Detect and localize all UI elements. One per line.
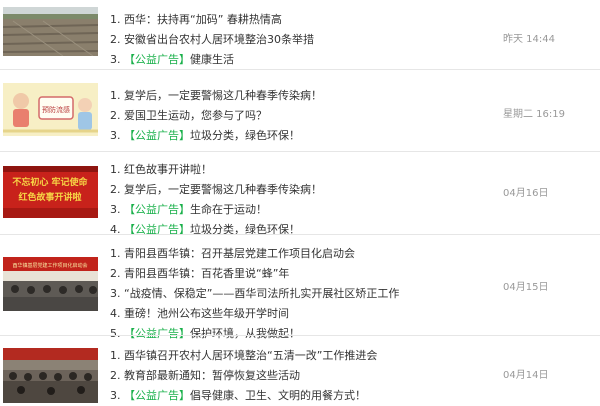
- ad-tag: 【公益广告】: [124, 129, 190, 142]
- news-link[interactable]: 2. 青阳县酉华镇：百花香里说“蜂”年: [110, 264, 490, 284]
- timestamp: 04月15日: [503, 282, 549, 293]
- thumbnail-image[interactable]: 预防流感: [3, 83, 98, 136]
- news-link[interactable]: 2. 教育部最新通知：暂停恢复这些活动: [110, 366, 490, 386]
- thumbnail-caption: 不忘初心 牢记使命: [12, 176, 88, 188]
- news-link[interactable]: 2. 爱国卫生运动，您参与了吗？: [110, 106, 490, 126]
- thumbnail-image[interactable]: 酉华镇基层党建工作项目化启动会: [3, 257, 98, 311]
- news-link[interactable]: 1. 红色故事开讲啦！: [110, 160, 490, 180]
- news-link[interactable]: 1. 复学后，一定要警惕这几种春季传染病！: [110, 86, 490, 106]
- news-link[interactable]: 2. 安徽省出台农村人居环境整治30条举措: [110, 30, 490, 50]
- news-link[interactable]: 1. 西华：扶持再“加码” 春耕热情高: [110, 10, 490, 30]
- timestamp: 04月14日: [503, 370, 549, 381]
- news-link[interactable]: 1. 酉华镇召开农村人居环境整治“五清一改”工作推进会: [110, 346, 490, 366]
- feed-entry[interactable]: 不忘初心 牢记使命 红色故事开讲啦 1. 红色故事开讲啦！ 2. 复学后，一定要…: [0, 152, 600, 236]
- thumbnail-image[interactable]: [3, 7, 98, 56]
- thumbnail-caption: 预防流感: [42, 105, 70, 114]
- thumbnail-image[interactable]: [3, 348, 98, 403]
- feed-entry[interactable]: 1. 酉华镇召开农村人居环境整治“五清一改”工作推进会 2. 教育部最新通知：暂…: [0, 336, 600, 403]
- timestamp: 昨天 14:44: [503, 34, 555, 45]
- news-link[interactable]: 1. 青阳县酉华镇：召开基层党建工作项目化启动会: [110, 244, 490, 264]
- timestamp: 星期二 16:19: [503, 109, 565, 120]
- news-link[interactable]: 3. 【公益广告】垃圾分类，绿色环保！: [110, 126, 490, 146]
- timestamp: 04月16日: [503, 188, 549, 199]
- news-link[interactable]: 3. 【公益广告】生命在于运动！: [110, 200, 490, 220]
- ad-tag: 【公益广告】: [124, 53, 190, 66]
- news-link[interactable]: 3. 【公益广告】倡导健康、卫生、文明的用餐方式！: [110, 386, 490, 406]
- news-link[interactable]: 3. 【公益广告】健康生活: [110, 50, 490, 70]
- feed-entry[interactable]: 1. 西华：扶持再“加码” 春耕热情高 2. 安徽省出台农村人居环境整治30条举…: [0, 0, 600, 66]
- thumbnail-image[interactable]: 不忘初心 牢记使命 红色故事开讲啦: [3, 166, 98, 218]
- news-link[interactable]: 4. 重磅！池州公布这些年级开学时间: [110, 304, 490, 324]
- ad-tag: 【公益广告】: [124, 389, 190, 402]
- feed-entry[interactable]: 酉华镇基层党建工作项目化启动会 1. 青阳县酉华镇：召开基层党建工作项目化启动会…: [0, 235, 600, 340]
- ad-tag: 【公益广告】: [124, 203, 190, 216]
- news-link[interactable]: 3. “战疫情、保稳定”——酉华司法所扎实开展社区矫正工作: [110, 284, 490, 304]
- feed-entry[interactable]: 预防流感 1. 复学后，一定要警惕这几种春季传染病！ 2. 爱国卫生运动，您参与…: [0, 70, 600, 150]
- thumbnail-caption: 酉华镇基层党建工作项目化启动会: [12, 262, 87, 269]
- thumbnail-caption: 红色故事开讲啦: [18, 191, 81, 203]
- news-link[interactable]: 2. 复学后，一定要警惕这几种春季传染病！: [110, 180, 490, 200]
